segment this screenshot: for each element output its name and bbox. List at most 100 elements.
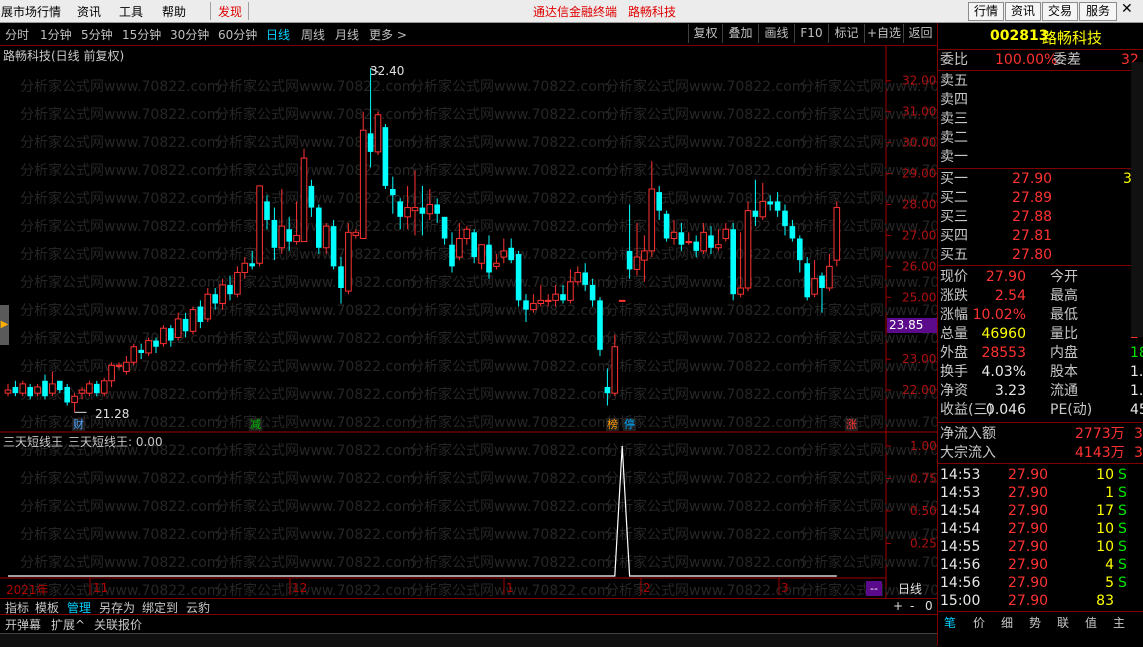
stat-label: 净资	[940, 383, 968, 399]
menu-help[interactable]: 帮助	[162, 3, 186, 20]
btn-fuquan[interactable]: 复权	[688, 24, 722, 43]
btn-trade[interactable]: 交易	[1042, 2, 1078, 21]
zoom-reset-button[interactable]: 0	[925, 599, 933, 613]
time-label: 1	[506, 581, 514, 595]
scroll-handle[interactable]: --	[866, 581, 882, 596]
candle-body-down	[515, 253, 522, 301]
watermark-text: 分析家公式网www.70822.com	[410, 498, 610, 515]
period-more[interactable]: 更多 >	[369, 26, 407, 43]
watermark-text: 分析家公式网www.70822.com	[215, 554, 415, 571]
tab-value[interactable]: 值	[1085, 614, 1097, 631]
candle-body-down	[663, 213, 670, 239]
candle-body-up	[352, 231, 360, 236]
stat-value: 28553	[981, 345, 1026, 361]
candle-body-up	[241, 262, 249, 274]
candle-body-up	[174, 318, 182, 338]
period-15min[interactable]: 15分钟	[122, 26, 161, 43]
indicator-tick-label: 0.25	[910, 537, 937, 551]
tick-time: 14:56	[940, 575, 981, 591]
btn-overlay[interactable]: 叠加	[722, 24, 758, 43]
candle-body-down	[782, 210, 788, 227]
marker-reduce[interactable]: 减	[249, 418, 262, 431]
candle-body-up	[478, 244, 485, 264]
menu-discover[interactable]: 发现	[218, 3, 242, 20]
marker-board[interactable]: 榜	[606, 418, 619, 431]
candle-body-up	[256, 185, 263, 264]
netflow-label: 净流入额	[940, 426, 996, 442]
candle-body-up	[685, 241, 693, 244]
tick-direction: S	[1118, 521, 1127, 537]
btn-back[interactable]: 返回	[903, 24, 937, 43]
buy-row: 买四 27.81	[940, 227, 1143, 245]
watermark-text: 分析家公式网www.70822.com	[605, 582, 805, 599]
candle-body-down	[316, 207, 322, 248]
watermark-text: 分析家公式网www.70822.com	[605, 302, 805, 319]
watermark-text: 分析家公式网www.70822.com	[410, 386, 610, 403]
btn-expand[interactable]: 扩展^	[51, 616, 85, 633]
candle-body-up	[426, 203, 434, 215]
collapse-arrow-icon[interactable]: ▶	[0, 305, 9, 345]
tick-row: 14:54 27.90 17 S	[940, 502, 1143, 520]
btn-f10[interactable]: F10	[794, 24, 828, 43]
marker-halt[interactable]: 停	[623, 418, 636, 431]
current-price-tag: 23.85	[887, 318, 939, 333]
sell4-label: 卖四	[940, 92, 968, 108]
watermark-text: 分析家公式网www.70822.com	[605, 78, 805, 95]
marker-finance[interactable]: 财	[72, 418, 85, 431]
watermark-text: 分析家公式网www.70822.com	[410, 302, 610, 319]
tab-linked[interactable]: 联	[1057, 614, 1069, 631]
tick-row: 14:56 27.90 5 S	[940, 574, 1143, 592]
close-icon[interactable]: ✕	[1121, 1, 1133, 17]
btn-draw[interactable]: 画线	[758, 24, 794, 43]
btn-quotes[interactable]: 行情	[968, 2, 1004, 21]
candle-body-down	[486, 244, 492, 273]
period-fenshi[interactable]: 分时	[5, 26, 29, 43]
candle-body-up	[574, 272, 582, 283]
kline-chart[interactable]: 分析家公式网www.70822.com分析家公式网www.70822.com分析…	[0, 46, 937, 599]
buy1-price: 27.90	[1012, 171, 1053, 187]
watermark-text: 分析家公式网www.70822.com	[215, 190, 415, 207]
btn-danmaku[interactable]: 开弹幕	[5, 616, 41, 633]
period-5min[interactable]: 5分钟	[81, 26, 113, 43]
buy-row: 买三 27.88	[940, 208, 1143, 226]
stock-code: 002813	[990, 28, 1049, 44]
tab-trend[interactable]: 势	[1029, 614, 1041, 631]
period-1min[interactable]: 1分钟	[40, 26, 72, 43]
tab-detail[interactable]: 细	[1001, 614, 1013, 631]
menu-market[interactable]: 展市场行情	[1, 3, 61, 20]
buy1-label: 买一	[940, 171, 968, 187]
period-daily[interactable]: 日线	[266, 26, 290, 43]
tab-main[interactable]: 主	[1113, 614, 1125, 631]
candle-body-up	[633, 256, 641, 270]
btn-info[interactable]: 资讯	[1005, 2, 1041, 21]
price-tick-label: 26.00	[902, 259, 936, 273]
watermark-text: 分析家公式网www.70822.com	[20, 498, 220, 515]
btn-mark[interactable]: 标记	[828, 24, 864, 43]
watermark-text: 分析家公式网www.70822.com	[800, 414, 937, 431]
btn-add-favorite[interactable]: +自选	[864, 24, 903, 43]
stat-label: 总量	[940, 326, 968, 342]
period-60min[interactable]: 60分钟	[218, 26, 257, 43]
menu-news[interactable]: 资讯	[77, 3, 101, 20]
candle-body-up	[411, 207, 419, 212]
zoom-out-button[interactable]: -	[910, 599, 914, 613]
price-tick-label: 32.00	[902, 74, 936, 88]
btn-linked-quote[interactable]: 关联报价	[94, 616, 142, 633]
menu-tools[interactable]: 工具	[119, 3, 143, 20]
bottom-tool-bar: 开弹幕 扩展^ 关联报价	[0, 614, 937, 633]
watermark-text: 分析家公式网www.70822.com	[215, 218, 415, 235]
candle-body-down	[212, 294, 218, 304]
period-weekly[interactable]: 周线	[301, 26, 325, 43]
panel-scrollbar[interactable]	[1131, 62, 1143, 337]
candle-body-up	[811, 278, 818, 295]
tab-tick[interactable]: 笔	[944, 614, 956, 631]
marker-limit-up[interactable]: 涨	[845, 418, 858, 431]
tab-price[interactable]: 价	[973, 614, 985, 631]
watermark-text: 分析家公式网www.70822.com	[20, 526, 220, 543]
period-30min[interactable]: 30分钟	[170, 26, 209, 43]
tick-volume: 5	[1105, 575, 1114, 591]
period-monthly[interactable]: 月线	[335, 26, 359, 43]
btn-service[interactable]: 服务	[1079, 2, 1117, 21]
zoom-in-button[interactable]: +	[893, 599, 903, 613]
tick-volume: 10	[1096, 539, 1114, 555]
